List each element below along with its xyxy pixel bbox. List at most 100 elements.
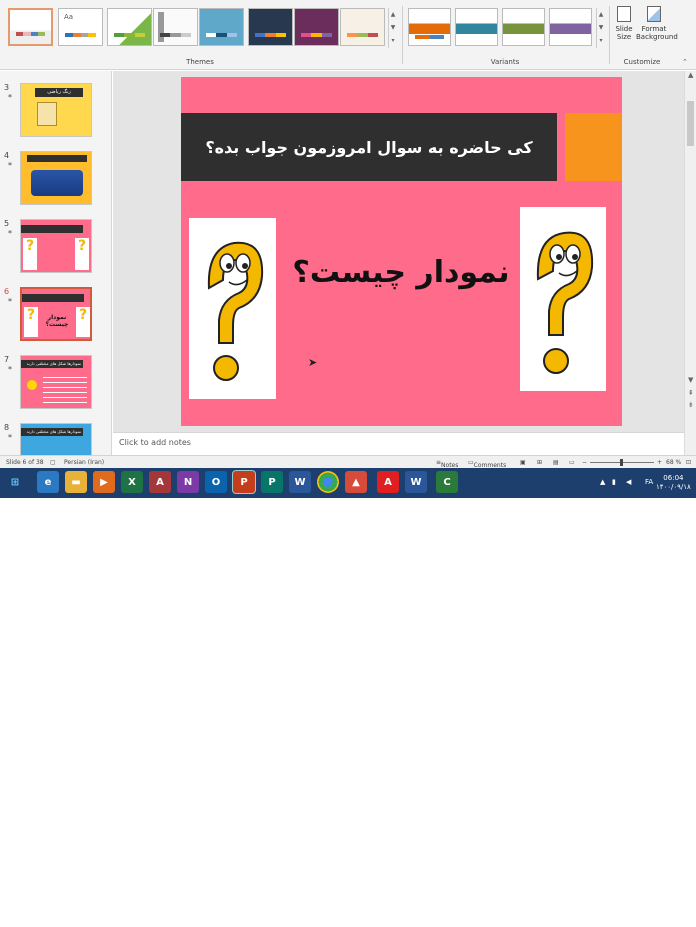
variants-group-label: Variants [490, 58, 520, 66]
start-windows-icon[interactable]: ⊞ [4, 471, 26, 493]
camtasia-icon[interactable]: C [436, 471, 458, 493]
thumbnail-number: 6 [4, 287, 10, 296]
zoom-in-button[interactable]: + [657, 459, 662, 466]
thumbnail-question-image: ? [24, 307, 38, 337]
variants-gallery-scroll[interactable]: ▲ ▼ ▾ [596, 8, 605, 48]
thumbnail-title [21, 225, 83, 233]
thumbnail-title [27, 155, 87, 162]
design-ribbon: Aa ▲ ▼ ▾ Themes ▲ ▼ ▾ Variants Slide Size Fo… [0, 0, 696, 70]
slide-body-text[interactable]: نمودار چیست؟ [281, 255, 521, 290]
status-bar: Slide 6 of 38 ▢ Persian (Iran) ≡ Notes ▭… [0, 455, 696, 469]
theme-thumbnail-1[interactable] [8, 8, 53, 46]
comments-button[interactable]: ▭ Comments [468, 459, 506, 469]
thumbnail-number: 5 [4, 219, 10, 228]
slide-title[interactable]: کی حاضره به سوال امروزمون جواب بده؟ [181, 113, 557, 181]
thumbnail-body-text: نمودار چیست؟ [45, 314, 69, 328]
variant-2[interactable] [455, 8, 498, 46]
zoom-slider-handle[interactable] [620, 459, 623, 466]
question-mark-character-icon [207, 241, 264, 381]
zoom-out-button[interactable]: − [582, 459, 587, 466]
previous-slide-icon[interactable]: ⇞ [688, 389, 694, 397]
next-slide-icon[interactable]: ⇟ [688, 401, 694, 409]
reading-view-button[interactable]: ▤ [553, 459, 559, 466]
notes-placeholder: Click to add notes [119, 438, 191, 447]
zoom-level[interactable]: 68 % [666, 459, 681, 466]
variant-3[interactable] [502, 8, 545, 46]
chrome-icon[interactable] [317, 471, 339, 493]
thumbnail-question-image: ? [76, 307, 90, 337]
collapse-ribbon-icon[interactable]: ⌃ [682, 58, 688, 66]
windows-taskbar: ⊞ e ▬ ▶ X A N O P P W ▲ A W C parsa.com … [0, 468, 696, 927]
question-mark-image-left[interactable] [189, 218, 276, 399]
access-icon[interactable]: A [149, 471, 171, 493]
animation-star-icon: * [8, 93, 12, 102]
volume-icon[interactable]: ◀ [626, 478, 631, 486]
scroll-down-icon[interactable]: ▼ [688, 376, 693, 384]
slide-thumbnail-8[interactable]: نمودارها شکل های مختلفی دارند [20, 423, 92, 455]
paint-icon[interactable]: ▲ [345, 471, 367, 493]
question-mark-image-right[interactable] [520, 207, 606, 391]
fit-slide-icon[interactable]: ⊡ [686, 459, 691, 466]
explorer-icon[interactable]: ▬ [65, 471, 87, 493]
animation-star-icon: * [8, 161, 12, 170]
media-player-icon[interactable]: ▶ [93, 471, 115, 493]
pdf-icon[interactable]: A [377, 471, 399, 493]
keyboard-language[interactable]: FA [645, 478, 653, 486]
thumbnail-number: 4 [4, 151, 10, 160]
group-separator [609, 6, 610, 64]
slide-thumbnail-4[interactable] [20, 151, 92, 205]
tray-up-arrow-icon[interactable]: ▲ [600, 478, 605, 486]
zoom-slider[interactable] [590, 459, 654, 466]
slide-thumbnail-5[interactable]: ? ? [20, 219, 92, 273]
publisher-icon[interactable]: P [261, 471, 283, 493]
slide-thumbnail-pane[interactable]: 3 * زنگ ریاضی 4 * 5 * ? ? 6 * ? نمودار چ… [0, 71, 112, 455]
language-indicator[interactable]: Persian (Iran) [64, 459, 104, 466]
variant-1[interactable] [408, 8, 451, 46]
slide-size-button[interactable]: Slide Size [613, 6, 635, 41]
slide-thumbnail-3[interactable]: زنگ ریاضی [20, 83, 92, 137]
powerpoint-icon[interactable]: P [232, 470, 256, 494]
onenote-icon[interactable]: N [177, 471, 199, 493]
slide-sorter-view-button[interactable]: ⊞ [537, 459, 542, 466]
mouse-pointer-icon: ➤ [308, 356, 318, 369]
theme-thumbnail-3[interactable] [107, 8, 152, 46]
theme-thumbnail-4[interactable] [153, 8, 198, 46]
word-document-icon[interactable]: W [405, 471, 427, 493]
theme-thumbnail-7[interactable] [294, 8, 339, 46]
ie-icon[interactable]: e [37, 471, 59, 493]
notes-button[interactable]: ≡ Notes [436, 459, 458, 469]
themes-gallery-scroll[interactable]: ▲ ▼ ▾ [388, 8, 397, 48]
thumbnail-image [37, 102, 57, 126]
system-clock[interactable]: 06:04 ۱۴۰۰/۰۹/۱۸ [656, 474, 691, 492]
slide-editor: کی حاضره به سوال امروزمون جواب بده؟ نمود… [113, 71, 684, 432]
word-icon[interactable]: W [289, 471, 311, 493]
theme-thumbnail-6[interactable] [248, 8, 293, 46]
normal-view-button[interactable]: ▣ [520, 459, 526, 466]
theme-thumbnail-8[interactable] [340, 8, 385, 46]
thumbnail-number: 7 [4, 355, 10, 364]
scroll-up-icon[interactable]: ▲ [688, 71, 693, 79]
slideshow-view-button[interactable]: ▭ [569, 459, 575, 466]
theme-thumbnail-5[interactable] [199, 8, 244, 46]
notes-pane[interactable]: Click to add notes [113, 432, 684, 455]
theme-thumbnail-2[interactable]: Aa [58, 8, 103, 46]
thumbnail-title: نمودارها شکل های مختلفی دارند [21, 428, 83, 436]
theme-aa-label: Aa [64, 13, 74, 21]
format-background-icon [647, 6, 661, 22]
excel-icon[interactable]: X [121, 471, 143, 493]
format-background-button[interactable]: Format Background [636, 6, 678, 41]
slide-thumbnail-6[interactable]: ? نمودار چیست؟ ? [20, 287, 92, 341]
animation-star-icon: * [8, 229, 12, 238]
spellcheck-icon[interactable]: ▢ [50, 459, 56, 466]
outlook-icon[interactable]: O [205, 471, 227, 493]
network-icon[interactable]: ▮ [612, 478, 616, 486]
vertical-scrollbar[interactable]: ▲ ▼ ⇞ ⇟ [684, 71, 696, 455]
slide-thumbnail-7[interactable]: نمودارها شکل های مختلفی دارند [20, 355, 92, 409]
slide-canvas[interactable]: کی حاضره به سوال امروزمون جواب بده؟ نمود… [181, 77, 622, 426]
variant-4[interactable] [549, 8, 592, 46]
thumbnail-number: 8 [4, 423, 10, 432]
thumbnail-title: نمودارها شکل های مختلفی دارند [21, 360, 83, 368]
question-mark-character-icon [536, 231, 594, 374]
scrollbar-thumb[interactable] [687, 101, 694, 146]
animation-star-icon: * [8, 365, 12, 374]
